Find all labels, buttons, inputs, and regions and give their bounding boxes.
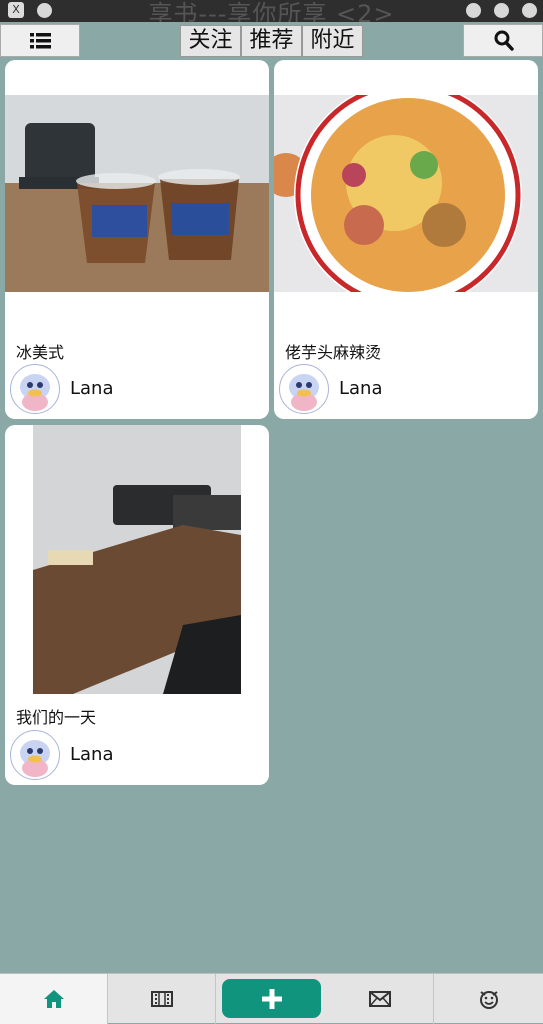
duck-avatar-icon	[20, 374, 50, 411]
close-icon[interactable]	[522, 3, 537, 18]
smiley-icon	[480, 991, 498, 1009]
home-icon	[43, 990, 64, 1008]
nav-profile[interactable]	[435, 974, 543, 1024]
avatar[interactable]	[10, 364, 60, 414]
username[interactable]: Lana	[339, 378, 383, 399]
post-image	[5, 95, 269, 292]
window-titlebar: X 享书---享你所享 <2>	[0, 0, 543, 28]
search-button[interactable]	[463, 24, 543, 57]
duck-avatar-icon	[289, 374, 319, 411]
post-card[interactable]: 我们的一天 Lana	[5, 425, 269, 785]
username[interactable]: Lana	[70, 378, 114, 399]
maximize-icon[interactable]	[494, 3, 509, 18]
post-card[interactable]: 冰美式 Lana	[5, 60, 269, 419]
minimize-icon[interactable]	[466, 3, 481, 18]
post-card[interactable]: 佬芋头麻辣烫 Lana	[274, 60, 538, 419]
add-post-button[interactable]	[222, 979, 321, 1018]
tab-nearby[interactable]: 附近	[302, 25, 363, 57]
post-title: 佬芋头麻辣烫	[285, 343, 382, 362]
avatar[interactable]	[10, 730, 60, 780]
nav-video[interactable]	[108, 974, 216, 1024]
post-image	[33, 425, 241, 694]
nav-messages[interactable]	[326, 974, 434, 1024]
film-icon	[150, 991, 173, 1007]
top-toolbar: 关注 推荐 附近	[0, 22, 543, 59]
username[interactable]: Lana	[70, 744, 114, 765]
menu-button[interactable]	[0, 24, 80, 57]
tab-recommend[interactable]: 推荐	[241, 25, 302, 57]
duck-avatar-icon	[20, 740, 50, 777]
avatar[interactable]	[279, 364, 329, 414]
mail-icon	[368, 991, 391, 1007]
plus-icon	[261, 988, 282, 1009]
bottom-nav	[0, 973, 543, 1024]
nav-home[interactable]	[0, 974, 108, 1024]
post-title: 我们的一天	[16, 708, 97, 727]
list-icon	[30, 33, 51, 49]
post-title: 冰美式	[16, 343, 65, 362]
tab-follow[interactable]: 关注	[180, 25, 241, 57]
search-icon	[494, 30, 514, 51]
post-image	[274, 95, 538, 292]
